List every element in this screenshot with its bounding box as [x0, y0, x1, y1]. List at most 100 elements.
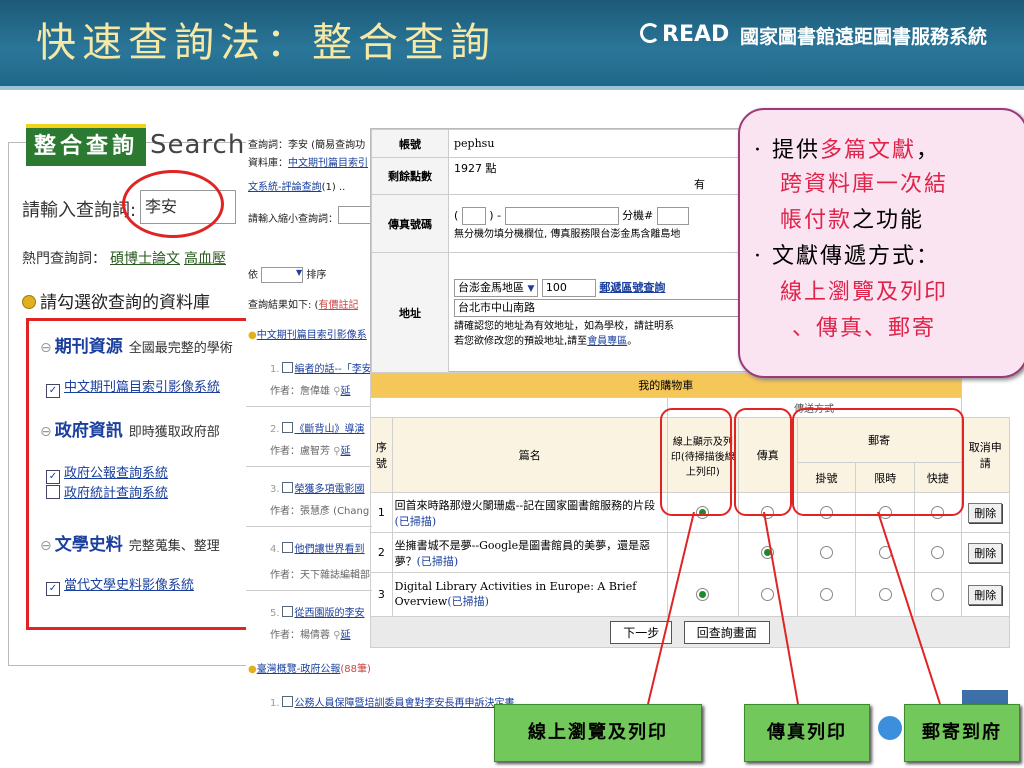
- checkbox-checked-icon[interactable]: ✓: [46, 582, 60, 596]
- hot-term-link[interactable]: 碩博士論文: [110, 251, 180, 267]
- header-stripe: [0, 86, 1024, 90]
- fax-area-input[interactable]: [461, 207, 486, 225]
- radio-registered[interactable]: [820, 546, 834, 560]
- address-label: 地址: [371, 252, 449, 373]
- read-logo-icon: [640, 23, 660, 43]
- query-label: 請輸入查詢詞:: [22, 200, 137, 221]
- category-government[interactable]: ⊖ 政府資訊 即時獲取政府部: [40, 416, 220, 441]
- fax-number-input[interactable]: [504, 207, 619, 225]
- result-item[interactable]: 3. 榮獲多項電影國: [270, 480, 365, 495]
- sort-dropdown[interactable]: ▼: [261, 267, 304, 283]
- label-fax: 傳真列印: [744, 704, 870, 762]
- db-literature[interactable]: ✓ 當代文學史料影像系統: [46, 574, 194, 596]
- query-summary: 查詢詞：李安 (簡易查詢功: [248, 140, 366, 151]
- checkbox-unchecked-icon[interactable]: [46, 485, 60, 499]
- checkbox[interactable]: [281, 542, 293, 553]
- narrow-input[interactable]: [338, 206, 374, 224]
- chevron-down-icon: ▼: [527, 283, 535, 294]
- result-author: 作者：天下雜誌編輯部: [270, 570, 370, 581]
- fax-ext-input[interactable]: [656, 207, 689, 225]
- search-panel: 整合查詢 Search 請輸入查詢詞: 李安 熱門查詢詞： 碩博士論文 高血壓 請勾…: [0, 120, 249, 666]
- db-gov-bulletin[interactable]: ✓ 政府公報查詢系統: [46, 462, 168, 484]
- search-icon[interactable]: ⚲: [333, 446, 340, 457]
- mail-column-highlight: [792, 408, 964, 516]
- choose-db-heading: 請勾選欲查詢的資料庫: [22, 288, 210, 313]
- db-periodical-index[interactable]: ✓ 中文期刊篇目索引影像系統: [46, 376, 220, 398]
- collapse-icon: ⊖: [40, 340, 52, 356]
- divider: [246, 526, 372, 527]
- fax-column-highlight: [734, 408, 792, 516]
- online-column-highlight: [660, 408, 732, 516]
- category-periodicals[interactable]: ⊖ 期刊資源 全國最完整的學術: [40, 332, 233, 357]
- divider: [246, 466, 372, 467]
- search-tab-en: Search: [150, 130, 246, 160]
- narrow-label: 請輸入縮小查詢詞：: [248, 214, 338, 225]
- sort-control[interactable]: 依 ▼ 排序: [248, 266, 326, 283]
- region-select[interactable]: 台澎金馬地區 ▼: [454, 278, 539, 297]
- member-area-link[interactable]: 會員專區: [587, 336, 627, 347]
- account-label: 帳號: [371, 129, 449, 158]
- db-summary-2: 文系統-評論查詢(1) ..: [248, 182, 346, 193]
- delete-button[interactable]: 刪除: [968, 502, 1003, 523]
- result-author: 作者：詹偉雄 ⚲延: [270, 386, 351, 397]
- radio-registered[interactable]: [820, 588, 834, 602]
- radio-express[interactable]: [878, 588, 892, 602]
- search-icon[interactable]: ⚲: [333, 630, 340, 641]
- results-panel: 查詢詞：李安 (簡易查詢功 資料庫：中文期刊篇目索引 文系統-評論查詢(1) .…: [246, 120, 515, 709]
- bullet-icon: [22, 295, 36, 309]
- bullet-icon: ●: [248, 330, 257, 341]
- system-name: 國家圖書館遠距圖書服務系統: [740, 26, 988, 48]
- results-db-link[interactable]: ●中文期刊篇目索引影像系: [248, 326, 367, 341]
- radio-quick[interactable]: [931, 588, 945, 602]
- checkbox[interactable]: [281, 362, 293, 373]
- checkbox[interactable]: [281, 606, 293, 617]
- highlight-circle: [122, 170, 224, 238]
- col-seq: 序號: [370, 417, 393, 493]
- delivery-form: 帳號 pephsu 剩餘點數 1927 點有 傳真號碼 ( ) - 分機# 無分…: [370, 128, 752, 373]
- result-item[interactable]: 1. 編者的話--「李安: [270, 360, 372, 375]
- checkbox-checked-icon[interactable]: ✓: [46, 384, 60, 398]
- radio-fax[interactable]: [761, 588, 775, 602]
- delete-button[interactable]: 刪除: [968, 584, 1003, 605]
- next-step-button[interactable]: 下一步: [610, 620, 673, 644]
- cart-row: 2 坐擁書城不是夢--Google是圖書館員的美夢，還是惡夢？(已掃描) 刪除: [370, 532, 1010, 573]
- radio-express[interactable]: [878, 546, 892, 560]
- label-mail: 郵寄到府: [904, 704, 1020, 762]
- collapse-icon: ⊖: [40, 538, 52, 554]
- integrated-search-tab[interactable]: 整合查詢: [26, 124, 146, 166]
- gov-results-link[interactable]: ●臺灣概覽-政府公報(88筆): [248, 660, 371, 675]
- callout-line-5: 線上瀏覽及列印: [780, 280, 949, 305]
- back-to-search-button[interactable]: 回查詢畫面: [683, 620, 770, 644]
- zip-lookup-link[interactable]: 郵遞區號查詢: [599, 281, 665, 294]
- result-item[interactable]: 4. 他們讓世界看到: [270, 540, 365, 555]
- points-label: 剩餘點數: [371, 157, 449, 195]
- label-online: 線上瀏覽及列印: [494, 704, 702, 762]
- decorative-dot: [878, 716, 902, 740]
- bullet-icon: ●: [248, 664, 257, 675]
- fax-label: 傳真號碼: [371, 194, 449, 253]
- radio-fax[interactable]: [761, 546, 775, 560]
- checkbox[interactable]: [281, 482, 293, 493]
- search-icon[interactable]: ⚲: [333, 386, 340, 397]
- result-item[interactable]: 5. 從西園版的李安: [270, 604, 365, 619]
- callout-line-4: · 文獻傳遞方式：: [754, 244, 941, 269]
- address-input[interactable]: 台北市中山南路: [454, 298, 742, 317]
- result-item[interactable]: 2. 《斷背山》導演: [270, 420, 365, 435]
- category-literature[interactable]: ⊖ 文學史料 完整蒐集、整理: [40, 530, 220, 555]
- radio-online[interactable]: [696, 588, 710, 602]
- checkbox[interactable]: [281, 422, 293, 433]
- gov-result-item[interactable]: 1. 公務人員保障暨培訓委員會對李安長再申訴決定書: [270, 694, 530, 709]
- results-label: 查詢結果如下: (有價註記: [248, 300, 359, 311]
- hot-terms-label: 熱門查詢詞：: [22, 251, 106, 267]
- fax-row: ( ) - 分機# 無分機勿填分機欄位, 傳真服務限台澎金馬含離島地: [448, 194, 751, 253]
- zip-input[interactable]: 100: [541, 278, 596, 297]
- result-author: 作者：楊倩蓉 ⚲延: [270, 630, 351, 641]
- delete-button[interactable]: 刪除: [968, 542, 1003, 563]
- hot-term-link[interactable]: 高血壓: [184, 251, 226, 267]
- feature-callout: · 提供多篇文獻， 跨資料庫一次結 帳付款之功能 · 文獻傳遞方式： 線上瀏覽及…: [738, 108, 1024, 378]
- db-gov-stats[interactable]: 政府統計查詢系統: [46, 482, 168, 501]
- db-summary: 資料庫：中文期刊篇目索引: [248, 158, 368, 169]
- checkbox[interactable]: [281, 696, 293, 707]
- col-cancel: 取消申請: [960, 417, 1010, 493]
- radio-quick[interactable]: [931, 546, 945, 560]
